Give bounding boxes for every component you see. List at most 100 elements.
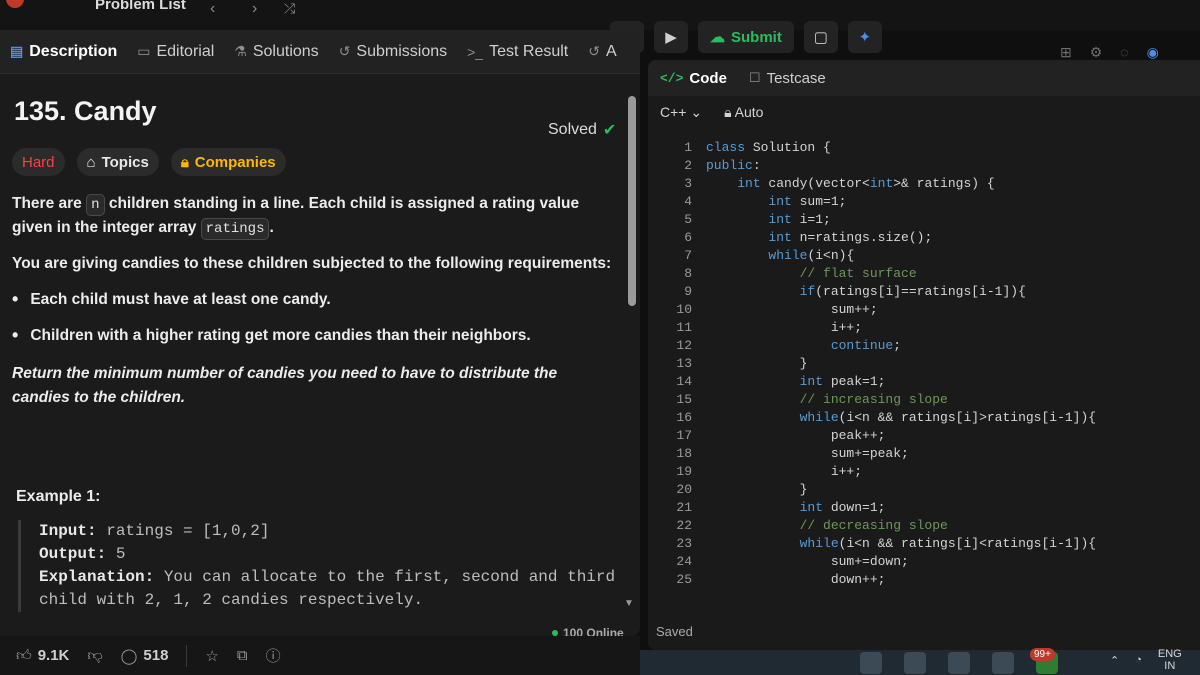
topics-button[interactable]: ⌂ Topics	[76, 148, 159, 176]
comment-count: 518	[143, 647, 169, 664]
code-line[interactable]: 25 down++;	[648, 572, 1200, 590]
language-indicator[interactable]: ENG IN	[1158, 648, 1182, 672]
document-icon: ▤	[10, 43, 24, 59]
example-block: Input: ratings = [1,0,2] Output: 5 Expla…	[18, 520, 618, 612]
line-number: 8	[684, 266, 692, 281]
leetcode-logo[interactable]	[6, 0, 24, 8]
tab-solutions[interactable]: ⚗ Solutions	[234, 43, 318, 61]
layout-icon[interactable]: ⊞	[1060, 44, 1072, 61]
auto-toggle[interactable]: 🔒︎ Auto	[724, 104, 763, 121]
code-line[interactable]: 19 i++;	[648, 464, 1200, 482]
share-icon[interactable]: ⧉	[237, 647, 248, 664]
code-line[interactable]: 13 }	[648, 356, 1200, 374]
example-title: Example 1:	[16, 488, 101, 505]
code-line[interactable]: 9 if(ratings[i]==ratings[i-1]){	[648, 284, 1200, 302]
list-item-text: Each child must have at least one candy.	[30, 291, 331, 308]
tab-code[interactable]: </> Code	[660, 70, 727, 87]
code-line[interactable]: 17 peak++;	[648, 428, 1200, 446]
code-line[interactable]: 4 int sum=1;	[648, 194, 1200, 212]
settings-icon[interactable]: ⚙	[1090, 44, 1103, 61]
streak-icon[interactable]: ◌	[1120, 44, 1128, 61]
comments-button[interactable]: ◯ 518	[121, 647, 169, 665]
line-code: sum++;	[706, 302, 878, 317]
taskbar-app-icon[interactable]	[904, 651, 926, 674]
tag-icon: ⌂	[86, 153, 96, 171]
notes-icon[interactable]: ▢	[803, 21, 838, 53]
line-code: // flat surface	[706, 266, 917, 281]
code-line[interactable]: 16 while(i<n && ratings[i]>ratings[i-1])…	[648, 410, 1200, 428]
code-icon: </>	[660, 70, 684, 86]
line-code: int sum=1;	[768, 194, 847, 209]
wifi-icon[interactable]: ◔	[1135, 654, 1142, 666]
code-line[interactable]: 21 int down=1;	[648, 500, 1200, 518]
tab-test-result[interactable]: >_ Test Result	[467, 43, 568, 61]
code-line[interactable]: 10 sum++;	[648, 302, 1200, 320]
scroll-down-icon[interactable]: ▼	[624, 598, 634, 609]
shuffle-icon[interactable]: ⤮	[284, 0, 295, 17]
code-line[interactable]: 1 class Solution {	[648, 140, 1200, 158]
companies-button[interactable]: 🔒︎ Companies	[170, 148, 286, 176]
scrollbar-thumb[interactable]	[628, 96, 636, 306]
problem-list-link[interactable]: Problem List	[95, 0, 186, 13]
requirements-list: • Each child must have at least one candy…	[12, 288, 612, 348]
checkbox-icon: ☐	[748, 70, 761, 86]
tab-submissions[interactable]: ↺ Submissions	[339, 43, 447, 61]
line-number: 15	[676, 392, 692, 407]
like-button[interactable]: 👍︎ 9.1K	[16, 647, 69, 665]
taskbar-app-icon[interactable]	[992, 651, 1014, 674]
submit-label: Submit	[731, 28, 782, 46]
code-line[interactable]: 18 sum+=peak;	[648, 446, 1200, 464]
taskbar-app-icon[interactable]	[948, 651, 970, 674]
code-line[interactable]: 23 while(i<n && ratings[i]<ratings[i-1])…	[648, 536, 1200, 554]
line-number: 4	[684, 194, 692, 209]
code-line[interactable]: 5 int i=1;	[648, 212, 1200, 230]
terminal-icon: >_	[467, 43, 484, 60]
code-line[interactable]: 11 i++;	[648, 320, 1200, 338]
code-line[interactable]: 2 public:	[648, 158, 1200, 176]
code-line[interactable]: 15 // increasing slope	[648, 392, 1200, 410]
description-paragraph: Return the minimum number of candies you…	[12, 365, 558, 406]
ai-assist-icon[interactable]: ✦	[847, 21, 882, 53]
code-line[interactable]: 8 // flat surface	[648, 266, 1200, 284]
code-line[interactable]: 12 continue;	[648, 338, 1200, 356]
code-line[interactable]: 6 int n=ratings.size();	[648, 230, 1200, 248]
play-icon: ▶	[665, 29, 677, 46]
tab-testcase[interactable]: ☐ Testcase	[749, 70, 826, 87]
line-code: sum+=peak;	[706, 446, 909, 461]
submit-button[interactable]: ☁ Submit	[698, 21, 794, 53]
line-code: }	[706, 482, 808, 497]
code-editor[interactable]: 1 class Solution {2 public: 3 int candy(vec…	[648, 140, 1200, 600]
tab-accepted[interactable]: ↺ A	[588, 43, 616, 61]
lang-bottom: IN	[1164, 660, 1176, 672]
help-icon[interactable]: ⓘ	[266, 645, 281, 666]
code-line[interactable]: 20 }	[648, 482, 1200, 500]
chevron-up-icon[interactable]: ⌃	[1110, 654, 1119, 667]
like-count: 9.1K	[37, 647, 70, 664]
run-button[interactable]: ▶	[654, 21, 688, 53]
problem-title[interactable]: 135. Candy	[14, 96, 157, 127]
premium-icon[interactable]: ◉	[1147, 44, 1159, 61]
code-line[interactable]: 22 // decreasing slope	[648, 518, 1200, 536]
tab-editorial[interactable]: ▭ Editorial	[137, 43, 214, 61]
next-problem-icon[interactable]: ›	[252, 0, 257, 18]
code-line[interactable]: 14 int peak=1;	[648, 374, 1200, 392]
star-icon[interactable]: ☆	[205, 647, 218, 665]
output-label: Output:	[39, 545, 107, 563]
thumbs-down-icon[interactable]: 👎︎	[87, 647, 102, 665]
code-line[interactable]: 7 while(i<n){	[648, 248, 1200, 266]
line-code: while(i<n && ratings[i]>ratings[i-1]){	[799, 410, 1097, 425]
language-select[interactable]: C++ ⌄	[660, 104, 702, 121]
prev-problem-icon[interactable]: ‹	[210, 0, 215, 18]
problem-footer: 👍︎ 9.1K 👎︎ ◯ 518 ☆ ⧉ ⓘ	[0, 636, 640, 675]
check-circle-icon: ✔	[602, 122, 617, 139]
tab-description[interactable]: ▤ Description	[10, 43, 117, 61]
code-line[interactable]: 24 sum+=down;	[648, 554, 1200, 572]
language-label: C++	[660, 104, 687, 120]
lock-icon: 🔒︎	[724, 104, 732, 120]
line-code: while(i<n && ratings[i]<ratings[i-1]){	[799, 536, 1097, 551]
line-code: sum+=down;	[706, 554, 909, 569]
line-number: 17	[676, 428, 692, 443]
header-right-icons: ⊞ ⚙ ◌ ◉	[1060, 44, 1159, 61]
code-line[interactable]: 3 int candy(vector<int>& ratings) {	[648, 176, 1200, 194]
taskbar-app-icon[interactable]	[860, 651, 882, 674]
